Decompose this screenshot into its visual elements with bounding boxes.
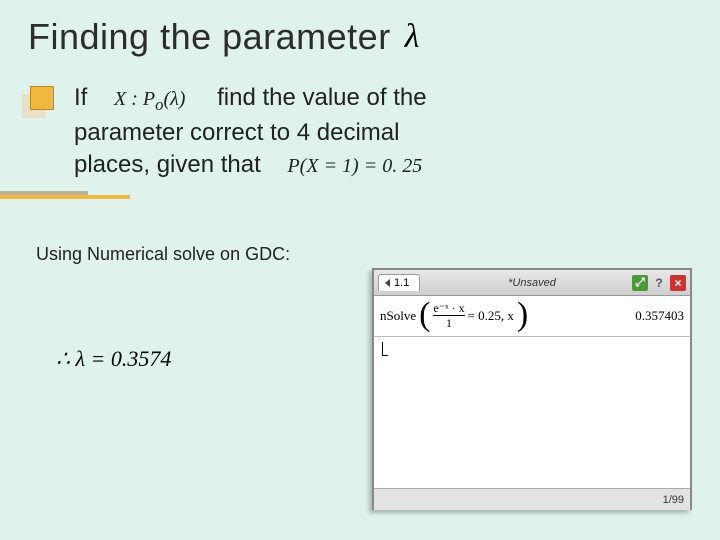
body-paragraph: If X : Po(λ) find the value of the param… xyxy=(74,82,634,181)
help-icon[interactable]: ? xyxy=(651,275,667,291)
expand-icon[interactable]: ⤢ xyxy=(632,275,648,291)
text-find: find the value of the xyxy=(217,84,426,111)
nsolve-label: nSolve xyxy=(380,308,416,324)
right-paren-icon: ) xyxy=(517,305,528,325)
rhs: = 0.25, x xyxy=(468,308,514,324)
calculator-titlebar: 1.1 *Unsaved ⤢ ? × xyxy=(374,270,690,296)
calculator-window: 1.1 *Unsaved ⤢ ? × nSolve ( e⁻ˣ · x 1 = … xyxy=(372,268,692,510)
calculator-doc-title: *Unsaved xyxy=(508,277,556,289)
calculator-header-icons: ⤢ ? × xyxy=(632,275,686,291)
calculator-body: nSolve ( e⁻ˣ · x 1 = 0.25, x ) 0.357403 xyxy=(374,296,690,488)
lambda-symbol: λ xyxy=(405,18,420,56)
nsolve-row: nSolve ( e⁻ˣ · x 1 = 0.25, x ) 0.357403 xyxy=(380,302,684,329)
result-expression: ∴ λ = 0.3574 xyxy=(56,346,171,372)
subheading: Using Numerical solve on GDC: xyxy=(36,244,290,265)
page-title: Finding the parameter xyxy=(28,16,391,58)
calculator-tab[interactable]: 1.1 xyxy=(378,274,420,291)
separator-line xyxy=(374,336,690,337)
page-counter: 1/99 xyxy=(663,494,684,506)
left-paren-icon: ( xyxy=(419,305,430,325)
text-line2: parameter correct to 4 decimal xyxy=(74,119,399,146)
tab-label: 1.1 xyxy=(394,277,409,289)
text-if: If xyxy=(74,84,87,111)
tab-arrow-icon xyxy=(385,279,390,287)
input-cursor[interactable] xyxy=(382,342,388,356)
decorative-line xyxy=(0,195,130,199)
title-row: Finding the parameter λ xyxy=(28,16,419,58)
text-line3a: places, given that xyxy=(74,151,261,178)
distribution-expr: X : Po(λ) xyxy=(114,88,190,110)
bullet-icon xyxy=(30,86,54,110)
close-icon[interactable]: × xyxy=(670,275,686,291)
nsolve-answer: 0.357403 xyxy=(635,308,684,324)
nsolve-expression: nSolve ( e⁻ˣ · x 1 = 0.25, x ) xyxy=(380,302,528,329)
calculator-footer: 1/99 xyxy=(374,488,690,510)
fraction: e⁻ˣ · x 1 xyxy=(433,302,464,329)
fraction-numerator: e⁻ˣ · x xyxy=(433,302,464,314)
fraction-denominator: 1 xyxy=(446,317,452,329)
probability-expr: P(X = 1) = 0. 25 xyxy=(287,155,422,177)
